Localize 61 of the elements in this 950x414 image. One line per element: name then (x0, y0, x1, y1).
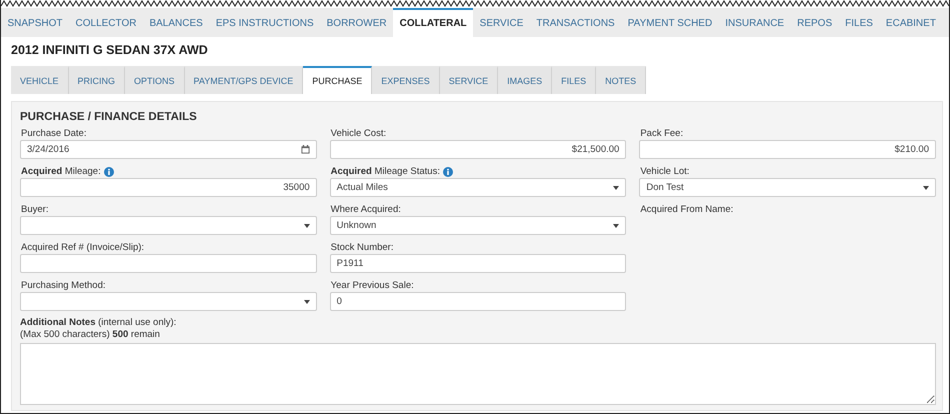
info-icon[interactable] (104, 166, 114, 176)
caret-icon (304, 300, 310, 304)
sub-tab[interactable]: PRICING (68, 66, 126, 94)
main-tab[interactable]: COLLATERAL (393, 8, 474, 37)
character-limit-text: (Max 500 characters) 500 remain (20, 329, 161, 341)
main-tab[interactable]: TRANSACTIONS (530, 8, 622, 37)
field-label: Acquired Ref # (Invoice/Slip): (21, 242, 144, 253)
dropdown[interactable] (20, 216, 317, 235)
input-field[interactable]: $21,500.00 (330, 140, 626, 159)
input-field[interactable]: P1911 (330, 254, 626, 273)
field-label: Pack Fee: (640, 128, 684, 139)
sub-tab[interactable]: FILES (552, 66, 596, 94)
main-tab[interactable]: EPS INSTRUCTIONS (209, 8, 320, 37)
field-label: Acquired Mileage: (21, 166, 101, 177)
section-title: PURCHASE / FINANCE DETAILS (20, 111, 198, 123)
caret-icon (922, 186, 929, 190)
caret-icon (613, 224, 620, 228)
vehicle-title: 2012 INFINITI G SEDAN 37X AWD (10, 42, 209, 59)
sub-tab[interactable]: EXPENSES (372, 66, 440, 94)
main-tab[interactable]: SNAPSHOT (1, 8, 70, 37)
main-tab[interactable]: REPOS (790, 8, 839, 37)
caret-icon (304, 224, 310, 228)
main-tab[interactable]: BALANCES (142, 8, 210, 37)
field-label: Vehicle Lot: (640, 166, 690, 177)
sub-tab[interactable]: IMAGES (498, 66, 552, 94)
sub-tab[interactable]: VEHICLE (11, 66, 69, 94)
info-icon[interactable] (442, 166, 453, 176)
field-label: Acquired From Name: (640, 204, 734, 215)
main-tab[interactable]: BORROWER (320, 8, 394, 37)
field-label: Purchase Date: (21, 128, 86, 139)
field-label: Buyer: (21, 204, 48, 215)
sub-tab[interactable]: PURCHASE (303, 66, 372, 94)
field-label: Where Acquired: (330, 204, 401, 215)
dropdown[interactable]: Actual Miles (330, 178, 626, 197)
input-field[interactable]: 35000 (20, 178, 317, 197)
main-tab[interactable]: FILES (838, 8, 880, 37)
field-label: Purchasing Method: (21, 280, 106, 291)
main-tab[interactable]: INSURANCE (718, 8, 791, 37)
sub-tab[interactable]: NOTES (596, 66, 646, 94)
dropdown[interactable] (20, 292, 317, 311)
main-tab[interactable]: PAYMENT SCHED (621, 8, 719, 37)
field-label: Acquired Mileage Status: (330, 166, 440, 177)
field-label: Year Previous Sale: (330, 280, 414, 291)
dropdown[interactable]: Unknown (330, 216, 626, 235)
input-field[interactable]: 0 (330, 292, 626, 311)
field-label: Vehicle Cost: (330, 128, 386, 139)
sub-tab[interactable]: PAYMENT/GPS DEVICE (184, 66, 304, 94)
notes-label: Additional Notes (internal use only): (20, 317, 178, 329)
date-field[interactable]: 3/24/2016 (20, 140, 317, 159)
calendar-icon[interactable] (300, 145, 310, 154)
main-tab[interactable]: ECABINET (879, 8, 942, 37)
dropdown[interactable]: Don Test (639, 178, 936, 197)
input-field[interactable]: $210.00 (639, 140, 936, 159)
main-tab[interactable]: SERVICE (473, 8, 530, 37)
main-tab[interactable]: COLLECTOR (69, 8, 143, 37)
sub-tab[interactable]: SERVICE (440, 66, 498, 94)
notes-field[interactable] (20, 343, 936, 405)
caret-icon (613, 186, 620, 190)
field-label: Stock Number: (330, 242, 394, 253)
sub-tab[interactable]: OPTIONS (125, 66, 185, 94)
input-field[interactable] (20, 254, 317, 273)
